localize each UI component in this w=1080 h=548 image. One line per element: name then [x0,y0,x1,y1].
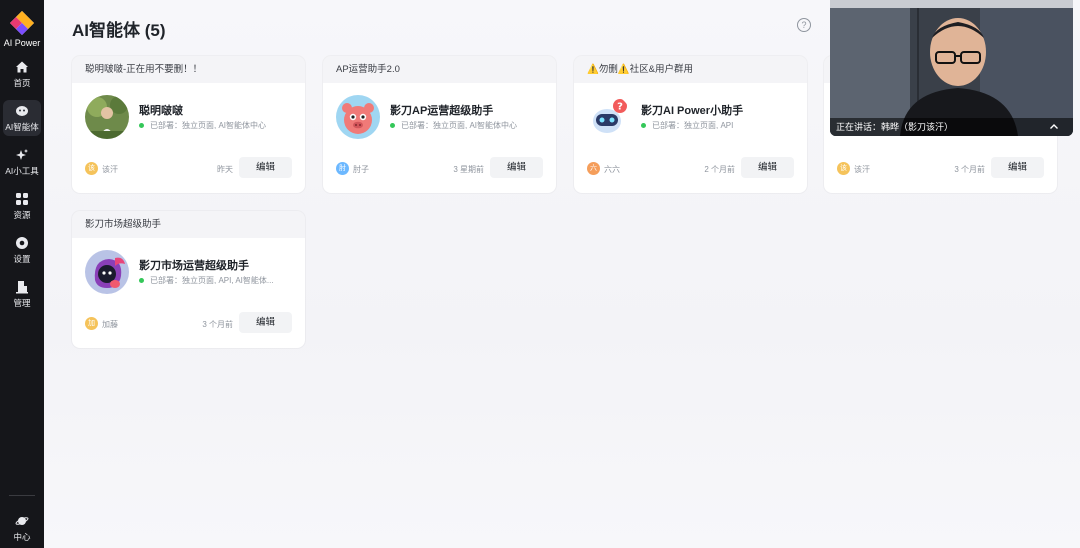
owner-avatar: 加 [85,317,98,330]
deploy-status-text: 已部署：独立页面, AI智能体中心 [150,121,267,130]
sidebar: AI Power 首页 AI智能体 AI小工具 资源 设置 管理 中心 [0,0,44,548]
card-body: 影刀AP运营超级助手 已部署：独立页面, AI智能体中心 肘 肘子 3 星期前 … [323,83,556,193]
sidebar-item-settings[interactable]: 设置 [3,232,41,268]
owner-name: 该汗 [102,165,118,174]
status-dot [641,123,646,128]
sparkle-icon [16,149,28,160]
deploy-status: 已部署：独立页面, API, AI智能体... [139,275,274,286]
photo-avatar-icon [85,95,129,139]
home-icon [16,61,28,73]
edit-button[interactable]: 编辑 [490,157,543,178]
sidebar-item-admin[interactable]: 管理 [3,276,41,312]
agent-card[interactable]: AP运营助手2.0 影刀AP运营超级助手 已部署：独立页面, AI智能体中心 肘 [323,56,556,193]
agent-card[interactable]: 影刀市场超级助手 影刀市场运营超级助手 已部署：独立页面, API, AI智能体… [72,211,305,348]
deploy-status-text: 已部署：独立页面, API [652,121,734,130]
sidebar-item-label: AI小工具 [5,166,39,176]
owner-avatar: 该 [85,162,98,175]
agent-avatar: ? [587,95,631,139]
owner-name: 六六 [604,165,620,174]
agent-name: 影刀AP运营超级助手 [390,105,494,117]
card-body: ? 影刀AI Power小助手 已部署：独立页面, API 六 六六 2 个月前… [574,83,807,193]
status-dot [139,123,144,128]
agent-avatar [336,95,380,139]
grid-icon [16,193,28,205]
owner-name: 加藤 [102,320,118,329]
sidebar-bottom: 中心 [0,495,44,546]
speaker-video-icon [830,0,1073,136]
agent-icon [16,106,28,116]
sidebar-item-label: 首页 [13,78,31,88]
card-group-label: ⚠️勿删⚠️社区&用户群用 [587,64,693,75]
agent-card[interactable]: ⚠️勿删⚠️社区&用户群用 ? 影刀AI Power小助手 已部署：独立页面, … [574,56,807,193]
sidebar-item-label: 管理 [13,298,31,308]
card-group-label: 聪明啵啵-正在用不要删！！ [85,64,203,75]
page-title: AI智能体 (5) [72,21,166,40]
card-group-label: AP运营助手2.0 [336,64,400,75]
speaker-caption: 正在讲话：韩晔（影刀该汗） [830,118,1073,136]
planet-icon [15,517,29,525]
edit-button[interactable]: 编辑 [239,157,292,178]
help-icon[interactable]: ? [797,18,811,32]
character-avatar-icon [85,250,129,294]
card-body: 影刀市场运营超级助手 已部署：独立页面, API, AI智能体... 加 加藤 … [72,238,305,348]
updated-time: 2 个月前 [704,165,735,174]
edit-button[interactable]: 编辑 [741,157,794,178]
edit-button[interactable]: 编辑 [239,312,292,333]
deploy-status: 已部署：独立页面, AI智能体中心 [139,120,266,131]
sidebar-item-center[interactable]: 中心 [3,510,41,546]
logo-icon [9,11,34,35]
agent-card[interactable]: 聪明啵啵-正在用不要删！！ 聪明啵啵 已部署：独立页面, AI智能体中心 该 该… [72,56,305,193]
agent-avatar [85,95,129,139]
sidebar-item-resources[interactable]: 资源 [3,188,41,224]
robot-avatar-icon: ? [587,95,631,139]
svg-text:?: ? [617,102,623,113]
agent-name: 聪明啵啵 [139,105,183,117]
building-icon [16,281,28,294]
video-call-overlay[interactable]: 正在讲话：韩晔（影刀该汗） [830,0,1073,136]
owner-avatar: 肘 [336,162,349,175]
deploy-status-text: 已部署：独立页面, API, AI智能体... [150,276,274,285]
sidebar-item-label: AI智能体 [5,122,39,132]
gear-icon [16,237,28,249]
card-group-label: 影刀市场超级助手 [85,219,162,230]
sidebar-item-label: 资源 [13,210,31,220]
sidebar-item-ai-agents[interactable]: AI智能体 [3,100,41,136]
app-logo[interactable]: AI Power [3,10,41,48]
agent-name: 影刀市场运营超级助手 [139,260,249,272]
agent-name: 影刀AI Power小助手 [641,105,744,117]
owner-avatar: 该 [837,162,850,175]
updated-time: 昨天 [217,165,233,174]
owner-name: 肘子 [353,165,369,174]
sidebar-item-label: 中心 [13,532,31,542]
sidebar-item-label: 设置 [13,254,31,264]
sidebar-divider [9,495,35,496]
updated-time: 3 个月前 [202,320,233,329]
updated-time: 3 个月前 [954,165,985,174]
deploy-status-text: 已部署：独立页面, AI智能体中心 [401,121,518,130]
edit-button[interactable]: 编辑 [991,157,1044,178]
card-body: 聪明啵啵 已部署：独立页面, AI智能体中心 该 该汗 昨天 编辑 [72,83,305,193]
status-dot [139,278,144,283]
agent-avatar [85,250,129,294]
owner-avatar: 六 [587,162,600,175]
sidebar-item-ai-tools[interactable]: AI小工具 [3,144,41,180]
status-dot [390,123,395,128]
deploy-status: 已部署：独立页面, API [641,120,733,131]
pig-avatar-icon [336,95,380,139]
updated-time: 3 星期前 [453,165,484,174]
sidebar-item-home[interactable]: 首页 [3,56,41,92]
chevron-up-icon[interactable] [1049,122,1059,132]
owner-name: 该汗 [854,165,870,174]
app-name: AI Power [3,38,41,48]
deploy-status: 已部署：独立页面, AI智能体中心 [390,120,517,131]
